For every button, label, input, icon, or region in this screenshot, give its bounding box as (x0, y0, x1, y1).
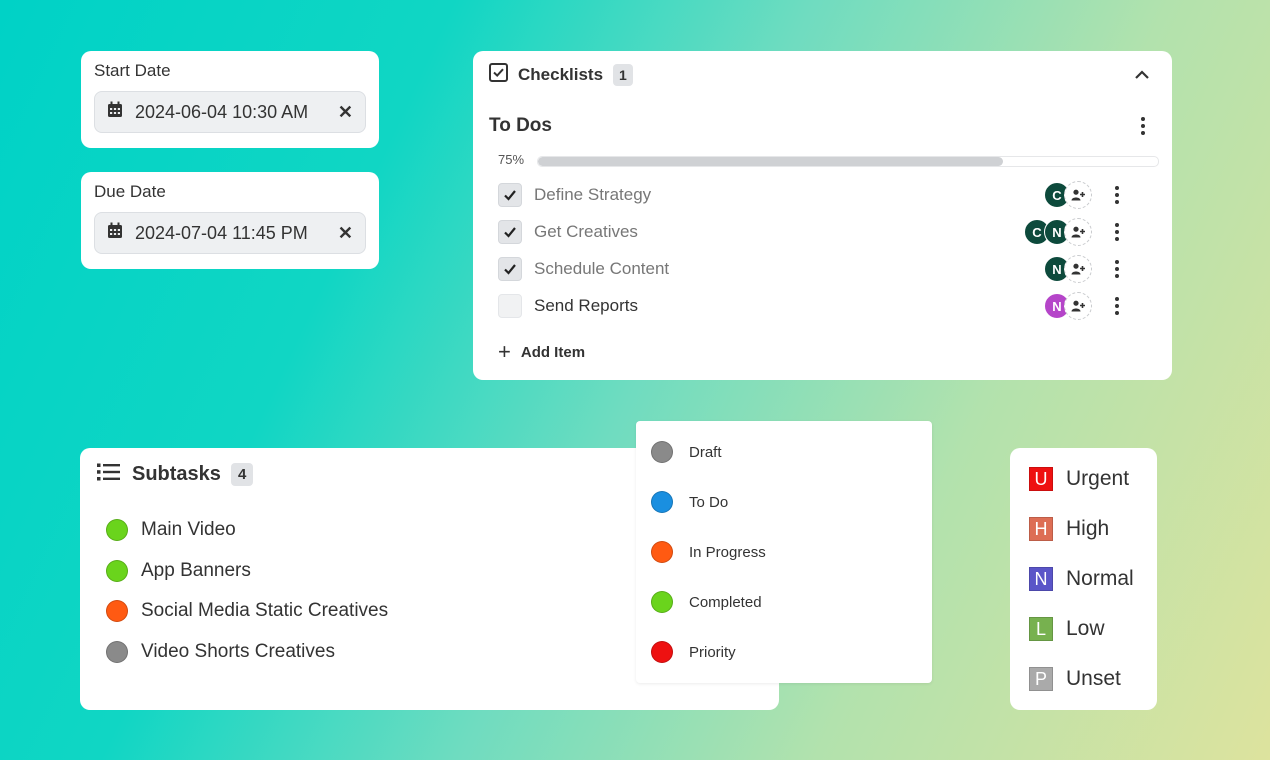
start-date-label: Start Date (94, 61, 171, 80)
calendar-icon (107, 101, 123, 123)
status-dot[interactable] (106, 641, 128, 663)
priority-badge: H (1029, 517, 1053, 541)
checklist-item: Send Reports N (498, 292, 1148, 320)
calendar-icon (107, 222, 123, 244)
progress-percent: 75% (498, 152, 525, 167)
item-label[interactable]: Define Strategy (534, 185, 651, 205)
priority-option-normal[interactable]: N Normal (1029, 567, 1134, 591)
priority-label: High (1066, 517, 1110, 540)
status-dot[interactable] (106, 560, 128, 582)
status-label: To Do (689, 493, 729, 511)
status-dot (651, 441, 673, 463)
checklist-item: Get Creatives C N (498, 218, 1148, 246)
status-dot[interactable] (106, 519, 128, 541)
list-more-options-icon[interactable] (1138, 117, 1148, 135)
checklist-list-title: To Dos (489, 115, 552, 136)
checklist-item: Schedule Content N (498, 255, 1148, 283)
due-date-card: Due Date 2024-07-04 11:45 PM ✕ (81, 172, 379, 269)
item-label[interactable]: Send Reports (534, 296, 638, 316)
status-option-priority[interactable]: Priority (651, 641, 736, 663)
checklist-item: Define Strategy C (498, 181, 1148, 209)
progress-bar-fill (538, 157, 1003, 166)
item-more-options-icon[interactable] (1112, 260, 1122, 278)
item-checkbox[interactable] (498, 257, 522, 281)
status-dropdown: Draft To Do In Progress Completed Priori… (636, 421, 932, 683)
assignee-group: N (1044, 292, 1092, 320)
status-dot (651, 641, 673, 663)
item-more-options-icon[interactable] (1112, 186, 1122, 204)
subtask-item[interactable]: Video Shorts Creatives (106, 641, 335, 663)
status-option-draft[interactable]: Draft (651, 441, 722, 463)
priority-label: Urgent (1066, 467, 1130, 490)
add-item-button[interactable]: + Add Item (498, 341, 585, 363)
due-date-field[interactable]: 2024-07-04 11:45 PM ✕ (94, 212, 366, 254)
priority-option-urgent[interactable]: U Urgent (1029, 467, 1129, 491)
due-date-value[interactable]: 2024-07-04 11:45 PM (135, 223, 330, 244)
clear-start-date-icon[interactable]: ✕ (338, 102, 353, 123)
subtasks-count-badge: 4 (230, 463, 254, 486)
priority-badge: P (1029, 667, 1053, 691)
subtask-label[interactable]: Social Media Static Creatives (141, 600, 388, 622)
assignee-group: N (1044, 255, 1092, 283)
plus-icon: + (498, 339, 511, 364)
add-item-label: Add Item (520, 343, 586, 361)
priority-label: Unset (1066, 667, 1121, 690)
start-date-value[interactable]: 2024-06-04 10:30 AM (135, 102, 330, 123)
item-checkbox[interactable] (498, 294, 522, 318)
status-option-in-progress[interactable]: In Progress (651, 541, 766, 563)
status-dot[interactable] (106, 600, 128, 622)
chevron-up-icon[interactable] (1132, 65, 1152, 85)
item-more-options-icon[interactable] (1112, 297, 1122, 315)
priority-badge: L (1029, 617, 1053, 641)
clear-due-date-icon[interactable]: ✕ (338, 223, 353, 244)
priority-option-high[interactable]: H High (1029, 517, 1109, 541)
priority-label: Low (1066, 617, 1105, 640)
assignee-group: C N (1024, 218, 1092, 246)
add-assignee-icon[interactable] (1064, 255, 1092, 283)
priority-option-unset[interactable]: P Unset (1029, 667, 1121, 691)
start-date-card: Start Date 2024-06-04 10:30 AM ✕ (81, 51, 379, 148)
status-dot (651, 541, 673, 563)
item-more-options-icon[interactable] (1112, 223, 1122, 241)
subtask-label[interactable]: Main Video (141, 519, 236, 541)
subtask-item[interactable]: Main Video (106, 519, 236, 541)
checklist-card: Checklists 1 To Dos 75% Define Strategy … (473, 51, 1172, 380)
checklist-count-badge: 1 (613, 64, 633, 86)
subtasks-header: Subtasks 4 (97, 463, 254, 486)
list-icon (97, 463, 120, 486)
status-option-to-do[interactable]: To Do (651, 491, 728, 513)
checklist-header: Checklists 1 (489, 63, 633, 87)
item-checkbox[interactable] (498, 183, 522, 207)
subtask-item[interactable]: App Banners (106, 560, 251, 582)
subtask-item[interactable]: Social Media Static Creatives (106, 600, 388, 622)
due-date-label: Due Date (94, 182, 166, 201)
checklist-title: Checklists (518, 65, 604, 84)
add-assignee-icon[interactable] (1064, 181, 1092, 209)
status-label: Priority (689, 643, 736, 661)
subtasks-title: Subtasks (132, 463, 221, 485)
status-label: Draft (689, 443, 722, 461)
status-dot (651, 591, 673, 613)
priority-card: U Urgent H High N Normal L Low P Unset (1010, 448, 1157, 710)
start-date-field[interactable]: 2024-06-04 10:30 AM ✕ (94, 91, 366, 133)
priority-badge: N (1029, 567, 1053, 591)
item-label[interactable]: Get Creatives (534, 222, 638, 242)
status-label: Completed (689, 593, 762, 611)
add-assignee-icon[interactable] (1064, 218, 1092, 246)
assignee-group: C (1044, 181, 1092, 209)
progress-bar (537, 156, 1159, 167)
item-label[interactable]: Schedule Content (534, 259, 669, 279)
status-dot (651, 491, 673, 513)
checkbox-checked-icon (489, 63, 508, 87)
subtask-label[interactable]: Video Shorts Creatives (141, 641, 335, 663)
subtask-label[interactable]: App Banners (141, 560, 251, 582)
add-assignee-icon[interactable] (1064, 292, 1092, 320)
item-checkbox[interactable] (498, 220, 522, 244)
status-option-completed[interactable]: Completed (651, 591, 762, 613)
priority-option-low[interactable]: L Low (1029, 617, 1105, 641)
priority-badge: U (1029, 467, 1053, 491)
status-label: In Progress (689, 543, 766, 561)
priority-label: Normal (1066, 567, 1134, 590)
